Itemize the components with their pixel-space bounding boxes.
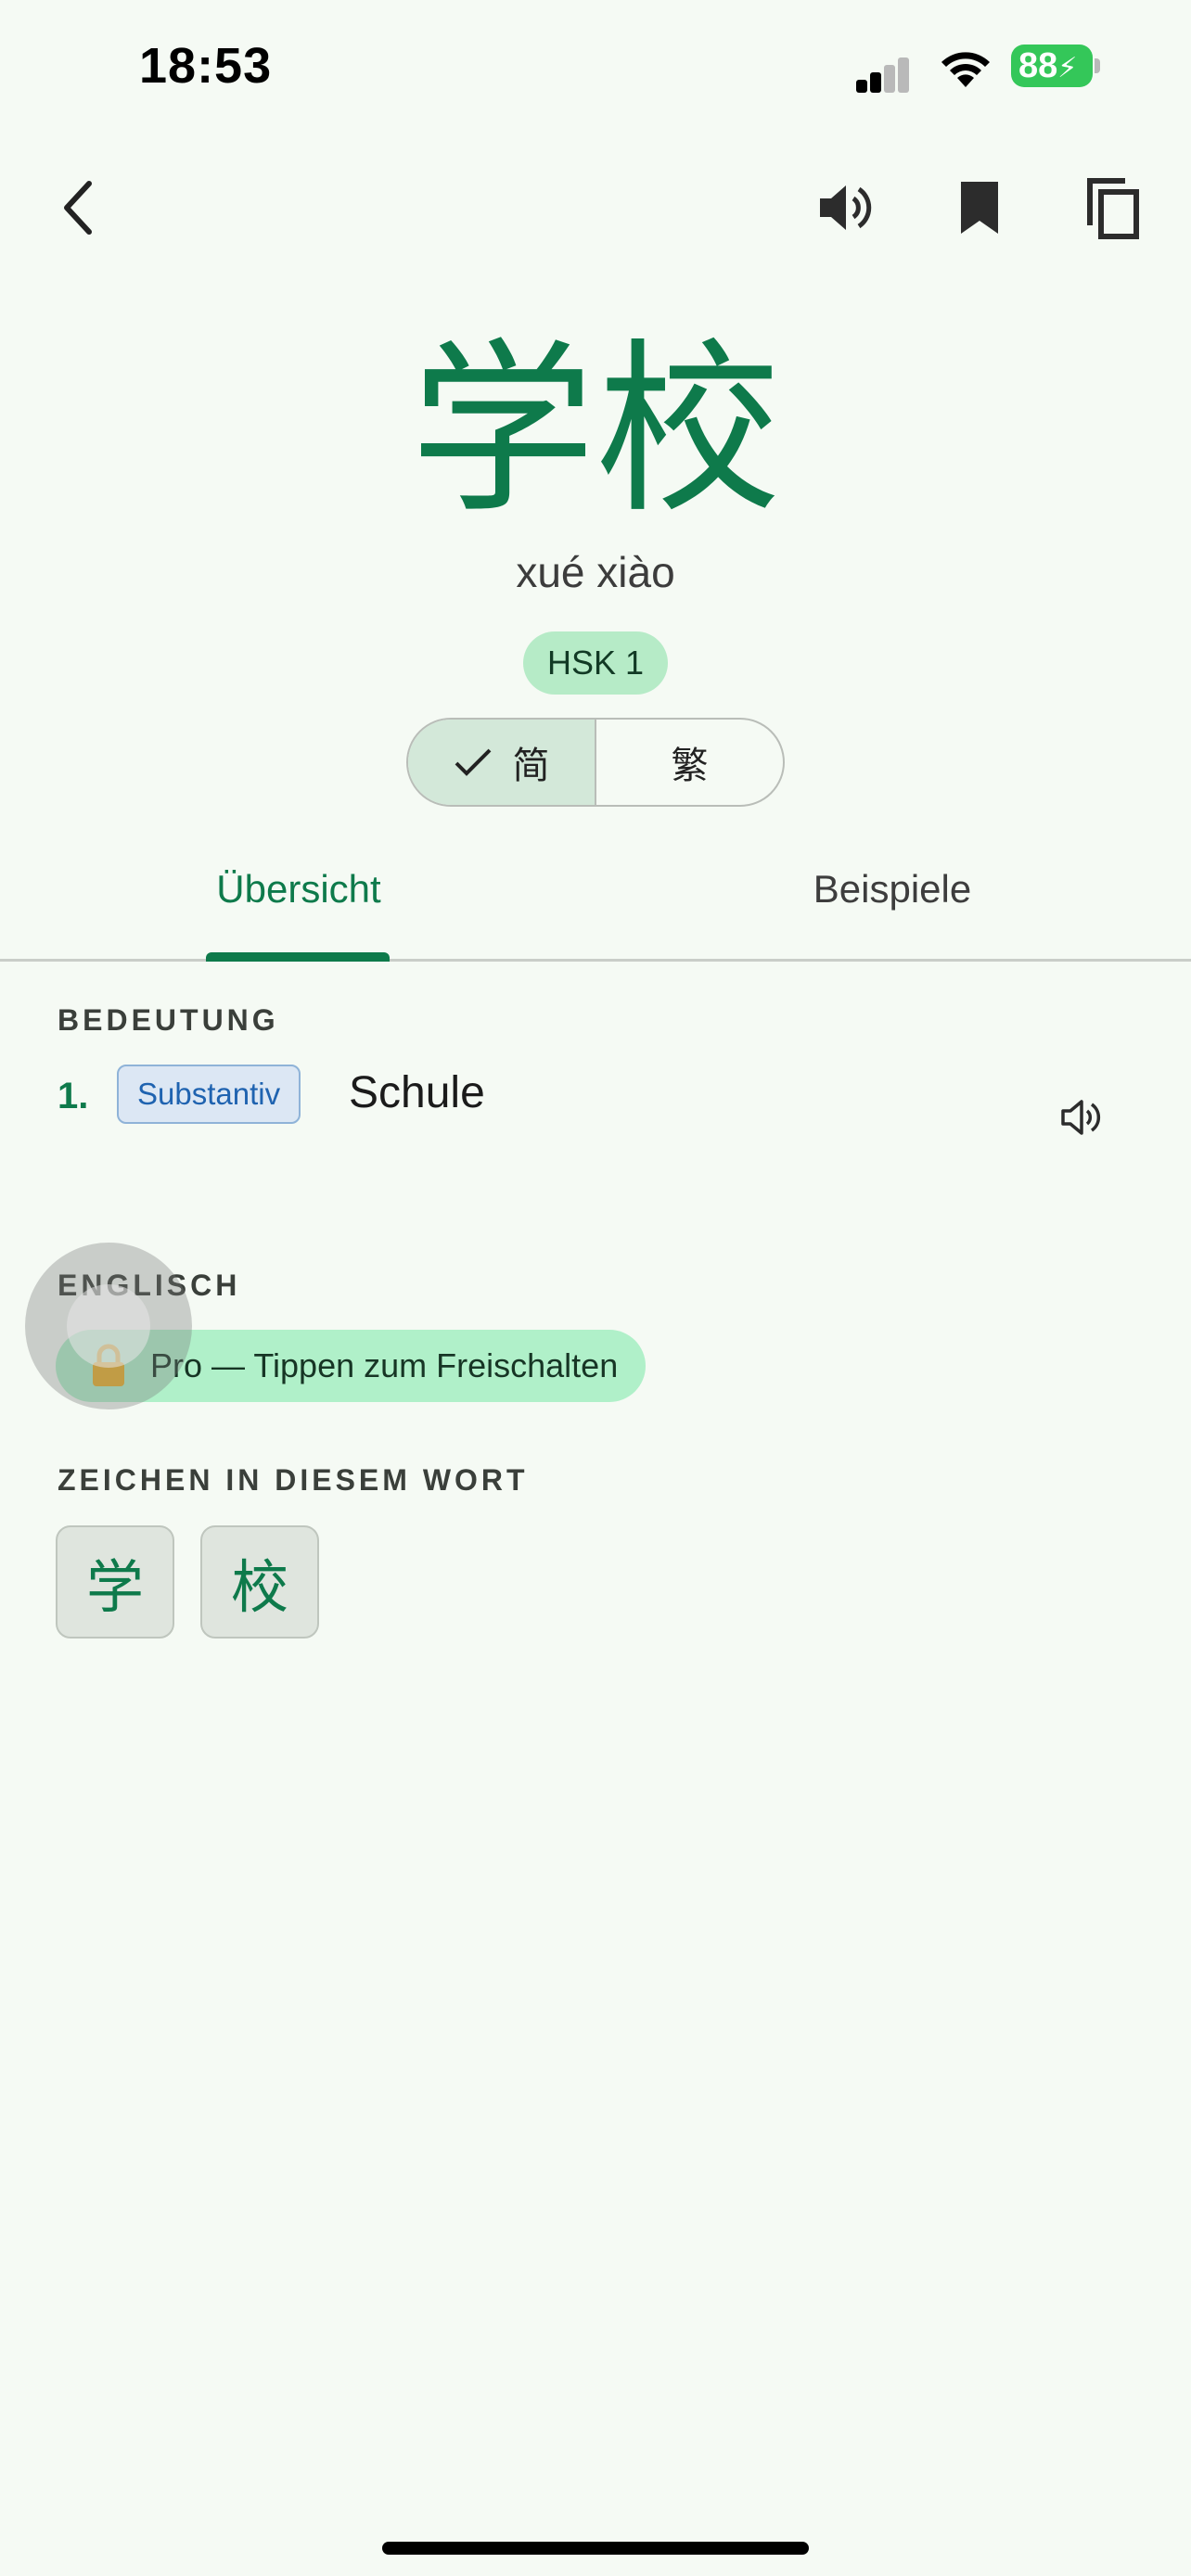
active-tab-indicator (206, 952, 390, 962)
copy-icon (1087, 178, 1139, 239)
chevron-left-icon (64, 181, 92, 235)
character-tile[interactable]: 学 (56, 1525, 174, 1639)
battery-indicator: 88⚡ (1011, 45, 1093, 87)
touch-indicator-center (67, 1284, 150, 1368)
simplified-label: 简 (512, 745, 550, 787)
tab-divider (0, 959, 1191, 962)
meaning-section-label: BEDEUTUNG (58, 1003, 279, 1037)
meaning-number: 1. (58, 1076, 89, 1116)
character-tile[interactable]: 校 (200, 1525, 319, 1639)
cellular-signal-icon (856, 48, 921, 93)
word-hanzi: 学校 (409, 323, 781, 539)
battery-nub (1095, 58, 1100, 73)
script-toggle: 简 繁 (406, 718, 785, 807)
simplified-option[interactable]: 简 (408, 720, 596, 805)
wifi-icon (941, 52, 990, 87)
bookmark-icon (961, 182, 998, 234)
meaning-text: Schule (349, 1068, 485, 1117)
pronounce-meaning-button[interactable] (1036, 1073, 1125, 1162)
characters-section-label: ZEICHEN IN DIESEM WORT (58, 1463, 529, 1497)
word-pinyin: xué xiào (516, 548, 675, 596)
check-icon (455, 748, 491, 776)
traditional-option[interactable]: 繁 (596, 720, 783, 805)
back-button[interactable] (33, 163, 122, 252)
speaker-icon (820, 185, 872, 230)
tab-examples[interactable]: Beispiele (800, 867, 985, 912)
pronounce-word-button[interactable] (801, 163, 890, 252)
speaker-outline-icon (1061, 1100, 1101, 1135)
hsk-level-badge: HSK 1 (523, 631, 668, 695)
traditional-label: 繁 (671, 745, 709, 787)
part-of-speech-badge: Substantiv (117, 1065, 301, 1124)
status-time: 18:53 (139, 38, 273, 94)
bookmark-button[interactable] (935, 163, 1024, 252)
home-indicator (382, 2542, 809, 2555)
copy-button[interactable] (1069, 163, 1158, 252)
tab-overview[interactable]: Übersicht (206, 867, 391, 912)
